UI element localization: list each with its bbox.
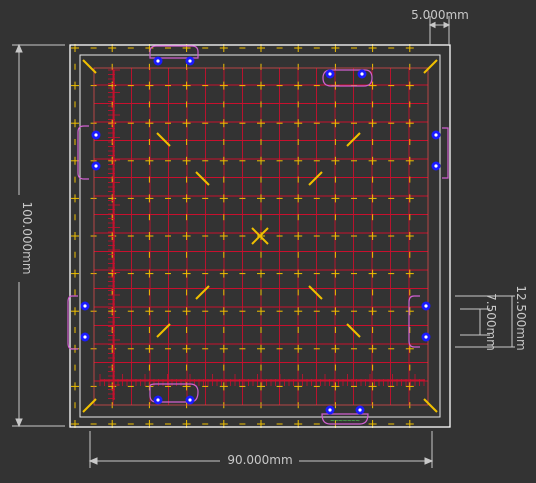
pad-hole [434, 133, 438, 137]
pad-hole [156, 59, 160, 63]
pad-hole [188, 398, 192, 402]
pad-hole [434, 164, 438, 168]
pad-hole [94, 164, 98, 168]
pad-hole [83, 304, 87, 308]
pad-hole [358, 408, 362, 412]
dimension-offset-label-b[interactable]: 7.500mm [484, 293, 498, 351]
dimension-margin-label[interactable]: 5.000mm [411, 8, 469, 22]
pad-hole [328, 408, 332, 412]
pad-hole [188, 59, 192, 63]
pad-hole [424, 335, 428, 339]
pad-hole [156, 398, 160, 402]
pad-hole [424, 304, 428, 308]
pad-hole [94, 133, 98, 137]
pad-hole [328, 72, 332, 76]
pad-hole [360, 72, 364, 76]
dimension-offset-label-a[interactable]: 12.500mm [514, 285, 528, 350]
pad-hole [83, 335, 87, 339]
pcb-layout-canvas[interactable]: ~~~~~~~ 90.000mm 100.000mm 5.000mm 12.50… [0, 0, 536, 483]
dimension-width-label[interactable]: 90.000mm [227, 453, 292, 467]
silkscreen-footer-text: ~~~~~~~ [330, 417, 360, 425]
dimension-height-label[interactable]: 100.000mm [20, 201, 34, 274]
